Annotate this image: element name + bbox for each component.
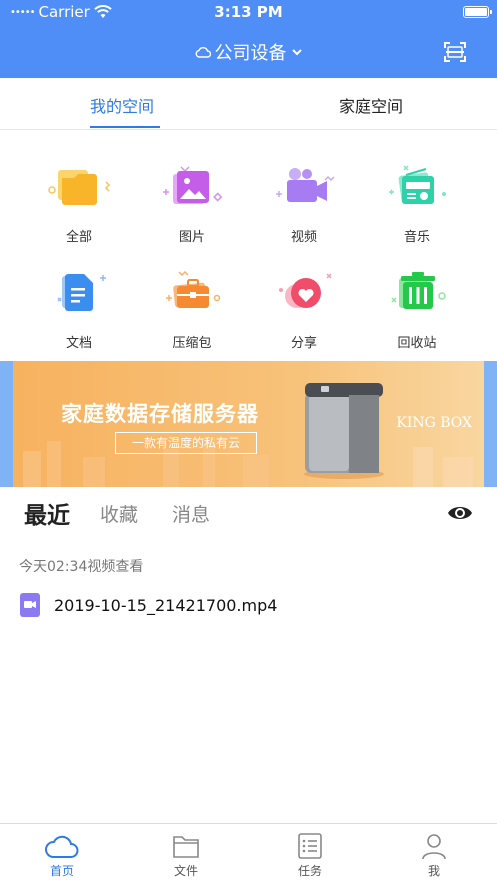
tab-my-space[interactable]: 我的空间 [90, 93, 154, 117]
bottom-tab-bar: 首页 文件 任务 我 [0, 823, 497, 883]
device-selector[interactable]: 公司设备 [0, 39, 497, 65]
tab-favorites[interactable]: 收藏 [100, 500, 138, 527]
banner-slide[interactable]: 家庭数据存储服务器 一款有温度的私有云 KING BOX [13, 361, 484, 487]
space-tabs: 我的空间 家庭空间 [0, 78, 497, 130]
banner-title: 家庭数据存储服务器 [61, 402, 259, 426]
tab-me[interactable]: 我 [404, 832, 464, 879]
tab-label: 我 [427, 864, 440, 878]
header: ••••• Carrier 3:13 PM 公司设备 [0, 0, 497, 78]
category-music[interactable]: 音乐 [362, 152, 472, 245]
eye-icon[interactable] [447, 500, 473, 526]
recent-tabs: 最近 收藏 消息 [0, 496, 497, 536]
cloud-icon [45, 835, 79, 858]
tab-tasks[interactable]: 任务 [280, 832, 340, 879]
folder-icon [44, 152, 114, 222]
image-icon [157, 152, 227, 222]
tab-messages[interactable]: 消息 [172, 500, 210, 527]
tab-files[interactable]: 文件 [156, 832, 216, 879]
category-images[interactable]: 图片 [137, 152, 247, 245]
category-label: 回收站 [397, 336, 437, 351]
recent-group-time: 今天02:34视频查看 [19, 559, 144, 575]
banner-brand: KING BOX [396, 415, 472, 431]
task-list-icon [298, 833, 322, 859]
tab-family-space[interactable]: 家庭空间 [339, 93, 403, 117]
category-videos[interactable]: 视频 [249, 152, 359, 245]
radio-icon [382, 152, 452, 222]
tab-label: 首页 [49, 864, 74, 878]
tab-recent[interactable]: 最近 [24, 496, 70, 530]
nas-device-image [304, 383, 384, 479]
user-icon [422, 834, 446, 860]
category-share[interactable]: 分享 [249, 258, 359, 351]
category-label: 图片 [178, 230, 205, 245]
clock: 3:13 PM [214, 3, 283, 21]
category-documents[interactable]: 文档 [24, 258, 134, 351]
nav-bar: 公司设备 [0, 30, 497, 74]
scan-icon[interactable] [443, 40, 467, 64]
category-label: 分享 [290, 336, 317, 351]
document-icon [44, 258, 114, 328]
category-label: 压缩包 [172, 336, 212, 351]
heart-icon [269, 258, 339, 328]
category-archives[interactable]: 压缩包 [137, 258, 247, 351]
category-label: 音乐 [403, 230, 430, 245]
chevron-down-icon [291, 49, 302, 56]
active-tab-indicator [90, 126, 160, 128]
briefcase-icon [157, 258, 227, 328]
category-recycle-bin[interactable]: 回收站 [362, 258, 472, 351]
banner-subtitle: 一款有温度的私有云 [115, 432, 257, 454]
category-label: 视频 [290, 230, 317, 245]
trash-icon [382, 258, 452, 328]
video-file-icon [20, 593, 40, 617]
cloud-small-icon [195, 47, 211, 58]
file-name: 2019-10-15_21421700.mp4 [54, 595, 278, 615]
device-title: 公司设备 [214, 43, 287, 64]
status-bar: ••••• Carrier 3:13 PM [0, 0, 497, 24]
list-item[interactable]: 2019-10-15_21421700.mp4 [20, 592, 480, 618]
folder-outline-icon [173, 836, 199, 858]
battery-icon [463, 6, 492, 18]
video-icon [269, 152, 339, 222]
banner-carousel[interactable]: 家庭数据存储服务器 一款有温度的私有云 KING BOX [0, 361, 497, 487]
tab-home[interactable]: 首页 [32, 832, 92, 879]
tab-label: 任务 [297, 864, 322, 878]
category-label: 文档 [65, 336, 92, 351]
tab-label: 文件 [173, 864, 198, 878]
category-label: 全部 [65, 230, 92, 245]
category-all[interactable]: 全部 [24, 152, 134, 245]
